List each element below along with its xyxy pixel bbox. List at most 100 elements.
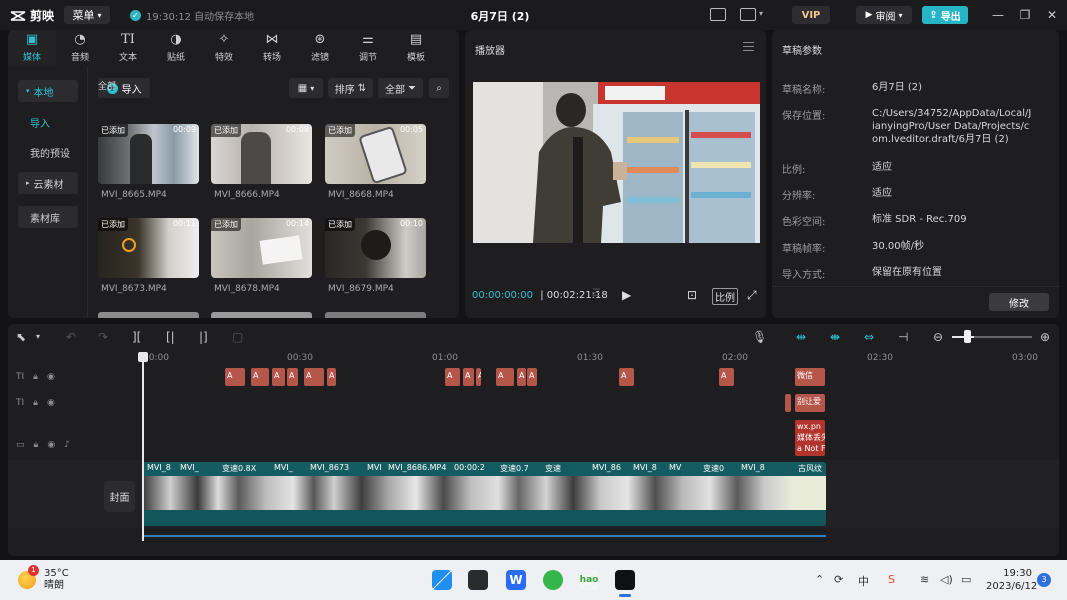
browser-icon[interactable]	[543, 570, 563, 590]
text-clip[interactable]: A	[517, 368, 526, 386]
text-clip[interactable]: A	[327, 368, 336, 386]
main-track-magnet-icon[interactable]: ⇹	[796, 330, 806, 344]
sidebar-item-cloud[interactable]: ▸ 云素材	[18, 172, 78, 194]
text-clip[interactable]: 别让爱	[795, 394, 825, 412]
clip-thumbnail-partial[interactable]	[98, 312, 199, 318]
text-clip[interactable]: A	[225, 368, 245, 386]
media-clip[interactable]: 已添加 00:14 MVI_8678.MP4	[211, 218, 312, 294]
filter-button[interactable]: 全部 ⏷	[378, 78, 423, 98]
text-clip[interactable]: A	[251, 368, 269, 386]
select-cursor-icon[interactable]: ⬉	[16, 330, 26, 344]
media-clip[interactable]: 已添加 00:05 MVI_8668.MP4	[325, 124, 426, 200]
eye-icon[interactable]: ◉	[47, 440, 55, 450]
tab-audio[interactable]: ◔ 音频	[56, 30, 104, 66]
trim-right-icon[interactable]: |]	[199, 330, 208, 344]
speaker-icon[interactable]: ♪	[64, 440, 70, 450]
chevron-up-icon[interactable]: ⌃	[815, 573, 824, 586]
text-clip[interactable]: A	[304, 368, 324, 386]
review-button[interactable]: ▶ 审阅 ▾	[856, 6, 912, 24]
close-icon[interactable]: ✕	[1045, 8, 1059, 22]
system-clock[interactable]: 19:30 2023/6/12	[986, 567, 1037, 593]
sort-button[interactable]: 排序 ⇅	[328, 78, 373, 98]
screenshot-icon[interactable]: ⊡	[687, 288, 697, 302]
tab-text[interactable]: TI 文本	[104, 30, 152, 66]
video-preview[interactable]	[473, 82, 760, 243]
media-clip[interactable]: 已添加 00:08 MVI_8666.MP4	[211, 124, 312, 200]
eye-icon[interactable]: ◉	[47, 372, 55, 382]
ratio-button[interactable]: 比例	[712, 288, 738, 305]
tab-template[interactable]: ▤ 模板	[392, 30, 440, 66]
hao-icon[interactable]: hao	[579, 570, 599, 590]
text-clip[interactable]: A	[463, 368, 474, 386]
zoom-in-icon[interactable]: ⊕	[1040, 330, 1050, 344]
capcut-taskbar-icon[interactable]	[615, 570, 635, 590]
wps-icon[interactable]: W	[506, 570, 526, 590]
sidebar-item-presets[interactable]: 我的预设	[18, 141, 78, 163]
sidebar-item-local[interactable]: ▾ 本地	[18, 80, 78, 102]
ime-icon[interactable]: 中	[858, 573, 869, 589]
delete-icon[interactable]: ▢	[232, 330, 243, 344]
text-clip[interactable]: A	[287, 368, 298, 386]
lock-icon[interactable]: 🔒︎	[33, 398, 38, 408]
lock-icon[interactable]: 🔒︎	[34, 440, 39, 450]
windows-start-icon[interactable]	[432, 570, 452, 590]
tray-app-icon[interactable]: S	[888, 573, 895, 586]
playhead[interactable]	[138, 352, 148, 541]
chevron-down-icon[interactable]: ▾	[36, 330, 40, 344]
preview-axis-icon[interactable]: ⊣	[898, 330, 908, 344]
weather-widget[interactable]: 1 35°C 晴朗	[18, 565, 69, 592]
chevron-down-icon[interactable]: ▾	[759, 9, 763, 18]
media-clip[interactable]: 已添加 00:09 MVI_8665.MP4	[98, 124, 199, 200]
trim-left-icon[interactable]: [|	[166, 330, 175, 344]
minimize-icon[interactable]: —	[991, 8, 1005, 22]
microphone-icon[interactable]: 🎙	[752, 330, 767, 344]
sync-icon[interactable]: ⟳	[834, 573, 843, 586]
layout-icon[interactable]	[740, 8, 756, 21]
search-button[interactable]: ⌕	[429, 78, 449, 98]
missing-media-clip[interactable]: wx.pn 媒体丢失 a Not F	[795, 420, 825, 456]
main-video-track[interactable]: MVI_8 MVI_ 变速0.8X MVI_ MVI_8673 MVI MVI_…	[143, 462, 826, 526]
zoom-out-icon[interactable]: ⊖	[933, 330, 943, 344]
text-clip[interactable]: A	[527, 368, 537, 386]
tab-effects[interactable]: ✧ 特效	[200, 30, 248, 66]
tab-media[interactable]: ▣ 媒体	[8, 30, 56, 66]
view-mode-button[interactable]: ▦ ▾	[289, 78, 323, 98]
list-icon[interactable]: ☰	[592, 288, 601, 299]
menu-icon[interactable]	[743, 42, 754, 51]
text-clip[interactable]: A	[719, 368, 734, 386]
notification-badge[interactable]: 3	[1037, 573, 1051, 587]
media-clip[interactable]: 已添加 00:10 MVI_8679.MP4	[325, 218, 426, 294]
modify-button[interactable]: 修改	[989, 293, 1049, 311]
text-clip[interactable]: A	[445, 368, 460, 386]
media-clip[interactable]: 已添加 00:11 MVI_8673.MP4	[98, 218, 199, 294]
tab-sticker[interactable]: ◑ 贴纸	[152, 30, 200, 66]
sidebar-item-import[interactable]: 导入	[18, 111, 78, 133]
split-icon[interactable]: ][	[132, 330, 141, 344]
wifi-icon[interactable]: ≋	[920, 573, 929, 586]
fullscreen-icon[interactable]: ⤢	[747, 288, 757, 303]
lock-icon[interactable]: 🔒︎	[33, 372, 38, 382]
tab-transition[interactable]: ⋈ 转场	[248, 30, 296, 66]
export-button[interactable]: ⇪ 导出	[922, 6, 968, 24]
keyboard-icon[interactable]	[710, 8, 726, 21]
vip-button[interactable]: VIP	[792, 6, 830, 24]
battery-icon[interactable]: ▭	[961, 573, 971, 586]
restore-icon[interactable]: ❐	[1018, 8, 1032, 22]
tab-filter[interactable]: ⊛ 滤镜	[296, 30, 344, 66]
sidebar-item-library[interactable]: 素材库	[18, 206, 78, 228]
text-clip[interactable]: A	[272, 368, 285, 386]
play-button[interactable]: ▶	[622, 288, 631, 302]
clip-thumbnail-partial[interactable]	[325, 312, 426, 318]
zoom-slider-handle[interactable]	[964, 330, 971, 343]
auto-snap-icon[interactable]: ⇼	[830, 330, 840, 344]
app-icon[interactable]	[468, 570, 488, 590]
volume-icon[interactable]: ◁)	[940, 573, 953, 586]
tab-adjust[interactable]: ⚌ 调节	[344, 30, 392, 66]
clip-thumbnail-partial[interactable]	[211, 312, 312, 318]
eye-icon[interactable]: ◉	[47, 398, 55, 408]
text-clip[interactable]: A	[496, 368, 514, 386]
redo-icon[interactable]: ↷	[98, 330, 108, 344]
link-icon[interactable]: ⇔	[864, 330, 874, 344]
undo-icon[interactable]: ↶	[66, 330, 76, 344]
text-clip[interactable]: A	[476, 368, 481, 386]
